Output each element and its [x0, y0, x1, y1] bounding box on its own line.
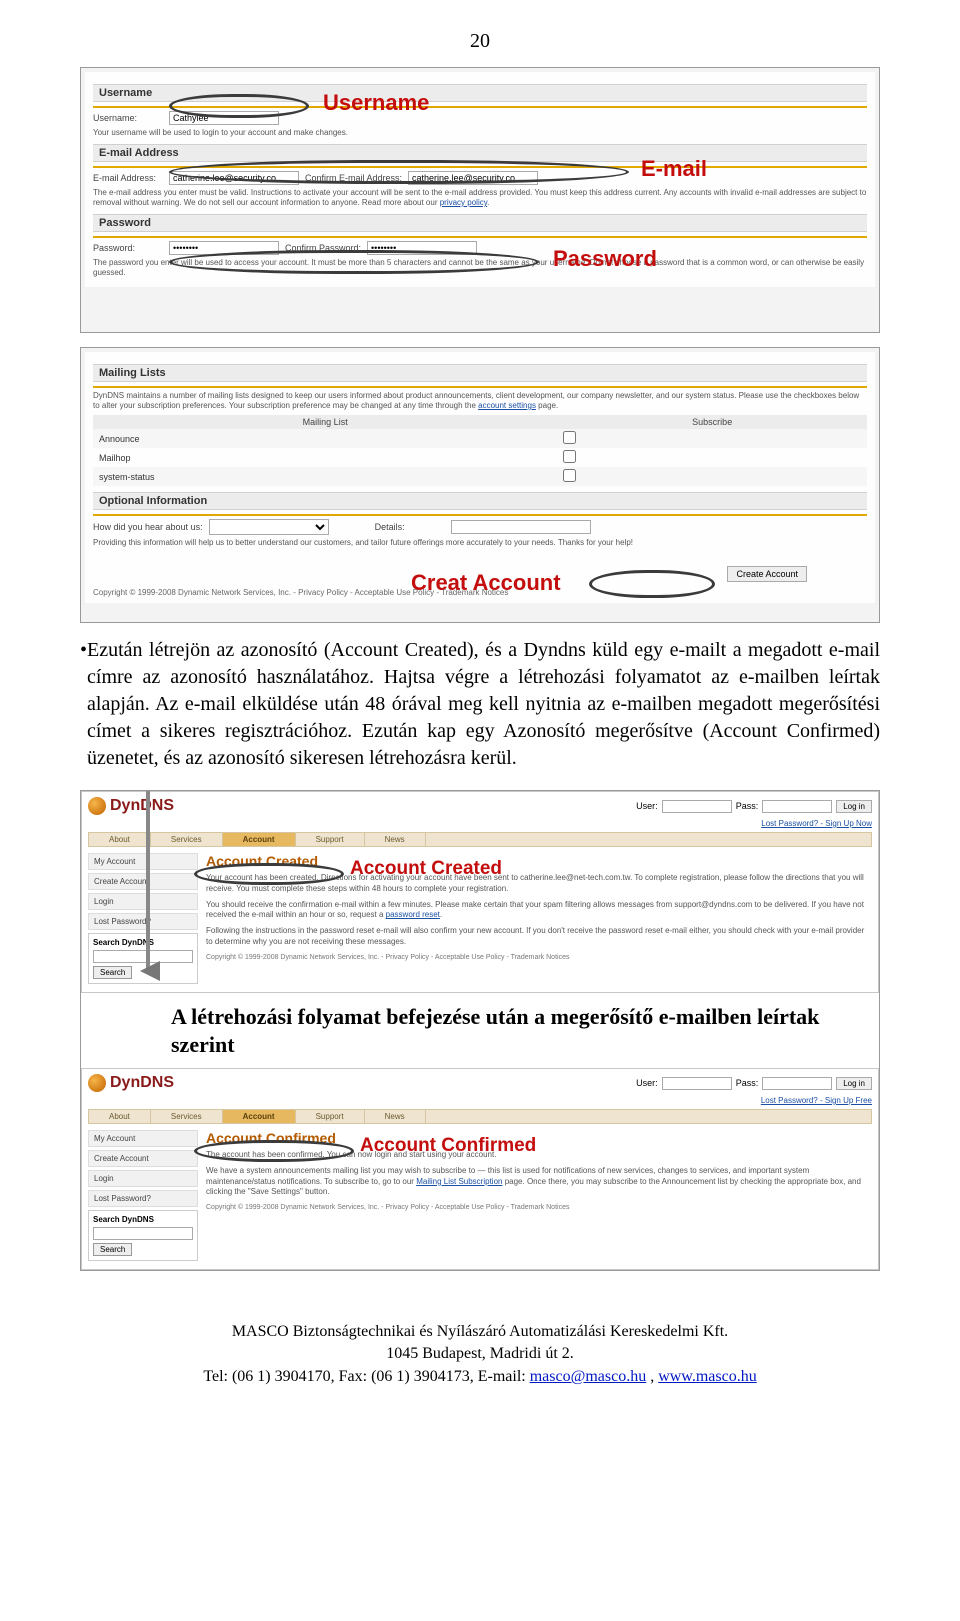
sidebar-item-my-account[interactable]: My Account [88, 1130, 198, 1147]
tab-news[interactable]: News [365, 1110, 426, 1123]
lost-password-link[interactable]: Lost Password? - Sign Up Now [88, 819, 872, 828]
footer-company: MASCO Biztonságtechnikai és Nyílászáró A… [80, 1321, 880, 1343]
sidebar-item-create-account[interactable]: Create Account [88, 1150, 198, 1167]
globe-icon [88, 1074, 106, 1092]
search-heading: Search DynDNS [93, 1215, 193, 1224]
create-account-button[interactable]: Create Account [727, 566, 807, 582]
input-login-user[interactable] [662, 800, 732, 813]
section-password: Password [93, 214, 867, 232]
footer-created: Copyright © 1999-2008 Dynamic Network Se… [206, 954, 872, 961]
tab-about[interactable]: About [89, 1110, 151, 1123]
text-created-3: Following the instructions in the passwo… [206, 926, 872, 948]
label-user: User: [636, 1078, 658, 1088]
input-login-pass[interactable] [762, 1077, 832, 1090]
screenshot-username-email-password: Username E-mail Password Username Userna… [80, 67, 880, 333]
nav-tabs: About Services Account Support News [88, 1109, 872, 1124]
section-optional-info: Optional Information [93, 492, 867, 510]
annotation-account-confirmed: Account Confirmed [360, 1135, 536, 1157]
screenshot-account-created-confirmed: DynDNS User: Pass: Log in Lost Password?… [80, 790, 880, 1271]
lost-password-link[interactable]: Lost Password? - Sign Up Free [88, 1096, 872, 1105]
input-details[interactable] [451, 520, 591, 534]
label-user: User: [636, 801, 658, 811]
link-mailing-list-subscription[interactable]: Mailing List Subscription [416, 1177, 502, 1186]
col-subscribe: Subscribe [557, 415, 867, 429]
link-account-settings[interactable]: account settings [478, 401, 536, 410]
table-row: system-status [93, 467, 867, 486]
input-login-user[interactable] [662, 1077, 732, 1090]
table-row: Mailhop [93, 448, 867, 467]
nav-tabs: About Services Account Support News [88, 832, 872, 847]
label-email: E-mail Address: [93, 173, 163, 183]
tab-account[interactable]: Account [223, 833, 296, 846]
help-username: Your username will be used to login to y… [93, 128, 867, 138]
label-username: Username: [93, 113, 163, 123]
label-details: Details: [375, 522, 445, 532]
help-email: The e-mail address you enter must be val… [93, 188, 867, 208]
page-number: 20 [80, 30, 880, 53]
footer-site-link[interactable]: www.masco.hu [658, 1368, 757, 1385]
tab-support[interactable]: Support [296, 1110, 365, 1123]
down-arrow-icon [136, 790, 160, 983]
label-pass: Pass: [736, 1078, 759, 1088]
screenshot-mailing-optional: Creat Account Mailing Lists DynDNS maint… [80, 347, 880, 623]
select-how-hear[interactable] [209, 519, 329, 535]
dyndns-logo: DynDNS [88, 1074, 174, 1092]
page-footer: MASCO Biztonságtechnikai és Nyílászáró A… [80, 1321, 880, 1388]
link-password-reset[interactable]: password reset [386, 910, 440, 919]
footer-email-link[interactable]: masco@masco.hu [530, 1368, 646, 1385]
annotation-password: Password [553, 246, 657, 272]
table-row: Announce [93, 429, 867, 448]
help-optional: Providing this information will help us … [93, 538, 867, 548]
dyndns-logo: DynDNS [88, 797, 174, 815]
text-confirmed-2: We have a system announcements mailing l… [206, 1166, 872, 1198]
section-mailing-lists: Mailing Lists [93, 364, 867, 382]
footer-contact: Tel: (06 1) 3904170, Fax: (06 1) 3904173… [80, 1366, 880, 1388]
annotation-create-account: Creat Account [411, 570, 561, 596]
login-button[interactable]: Log in [836, 1077, 872, 1090]
tab-account[interactable]: Account [223, 1110, 296, 1123]
label-how-hear: How did you hear about us: [93, 522, 203, 532]
intermediate-instruction: A létrehozási folyamat befejezése után a… [81, 993, 879, 1068]
checkbox-system-status[interactable] [563, 469, 576, 482]
sidebar-item-login[interactable]: Login [88, 1170, 198, 1187]
tab-support[interactable]: Support [296, 833, 365, 846]
globe-icon [88, 797, 106, 815]
checkbox-mailhop[interactable] [563, 450, 576, 463]
tab-news[interactable]: News [365, 833, 426, 846]
label-password: Password: [93, 243, 163, 253]
checkbox-announce[interactable] [563, 431, 576, 444]
section-email: E-mail Address [93, 144, 867, 162]
input-login-pass[interactable] [762, 800, 832, 813]
footer-address: 1045 Budapest, Madridi út 2. [80, 1343, 880, 1365]
search-button[interactable]: Search [93, 966, 132, 979]
annotation-email: E-mail [641, 156, 707, 182]
col-mailing-list: Mailing List [93, 415, 557, 429]
annotation-username: Username [323, 90, 429, 116]
label-pass: Pass: [736, 801, 759, 811]
mailing-list-table: Mailing ListSubscribe Announce Mailhop s… [93, 415, 867, 486]
help-mailing: DynDNS maintains a number of mailing lis… [93, 391, 867, 411]
search-button[interactable]: Search [93, 1243, 132, 1256]
login-button[interactable]: Log in [836, 800, 872, 813]
link-privacy-policy[interactable]: privacy policy [440, 198, 487, 207]
bullet-icon: • [80, 637, 87, 772]
tab-services[interactable]: Services [151, 1110, 223, 1123]
footer-confirmed: Copyright © 1999-2008 Dynamic Network Se… [206, 1204, 872, 1211]
sidebar-item-lost-password[interactable]: Lost Password? [88, 1190, 198, 1207]
search-input[interactable] [93, 1227, 193, 1240]
tab-services[interactable]: Services [151, 833, 223, 846]
body-paragraph: • Ezután létrejön az azonosító (Account … [80, 637, 880, 772]
annotation-account-created: Account Created [350, 858, 502, 880]
text-created-2: You should receive the confirmation e-ma… [206, 900, 872, 922]
